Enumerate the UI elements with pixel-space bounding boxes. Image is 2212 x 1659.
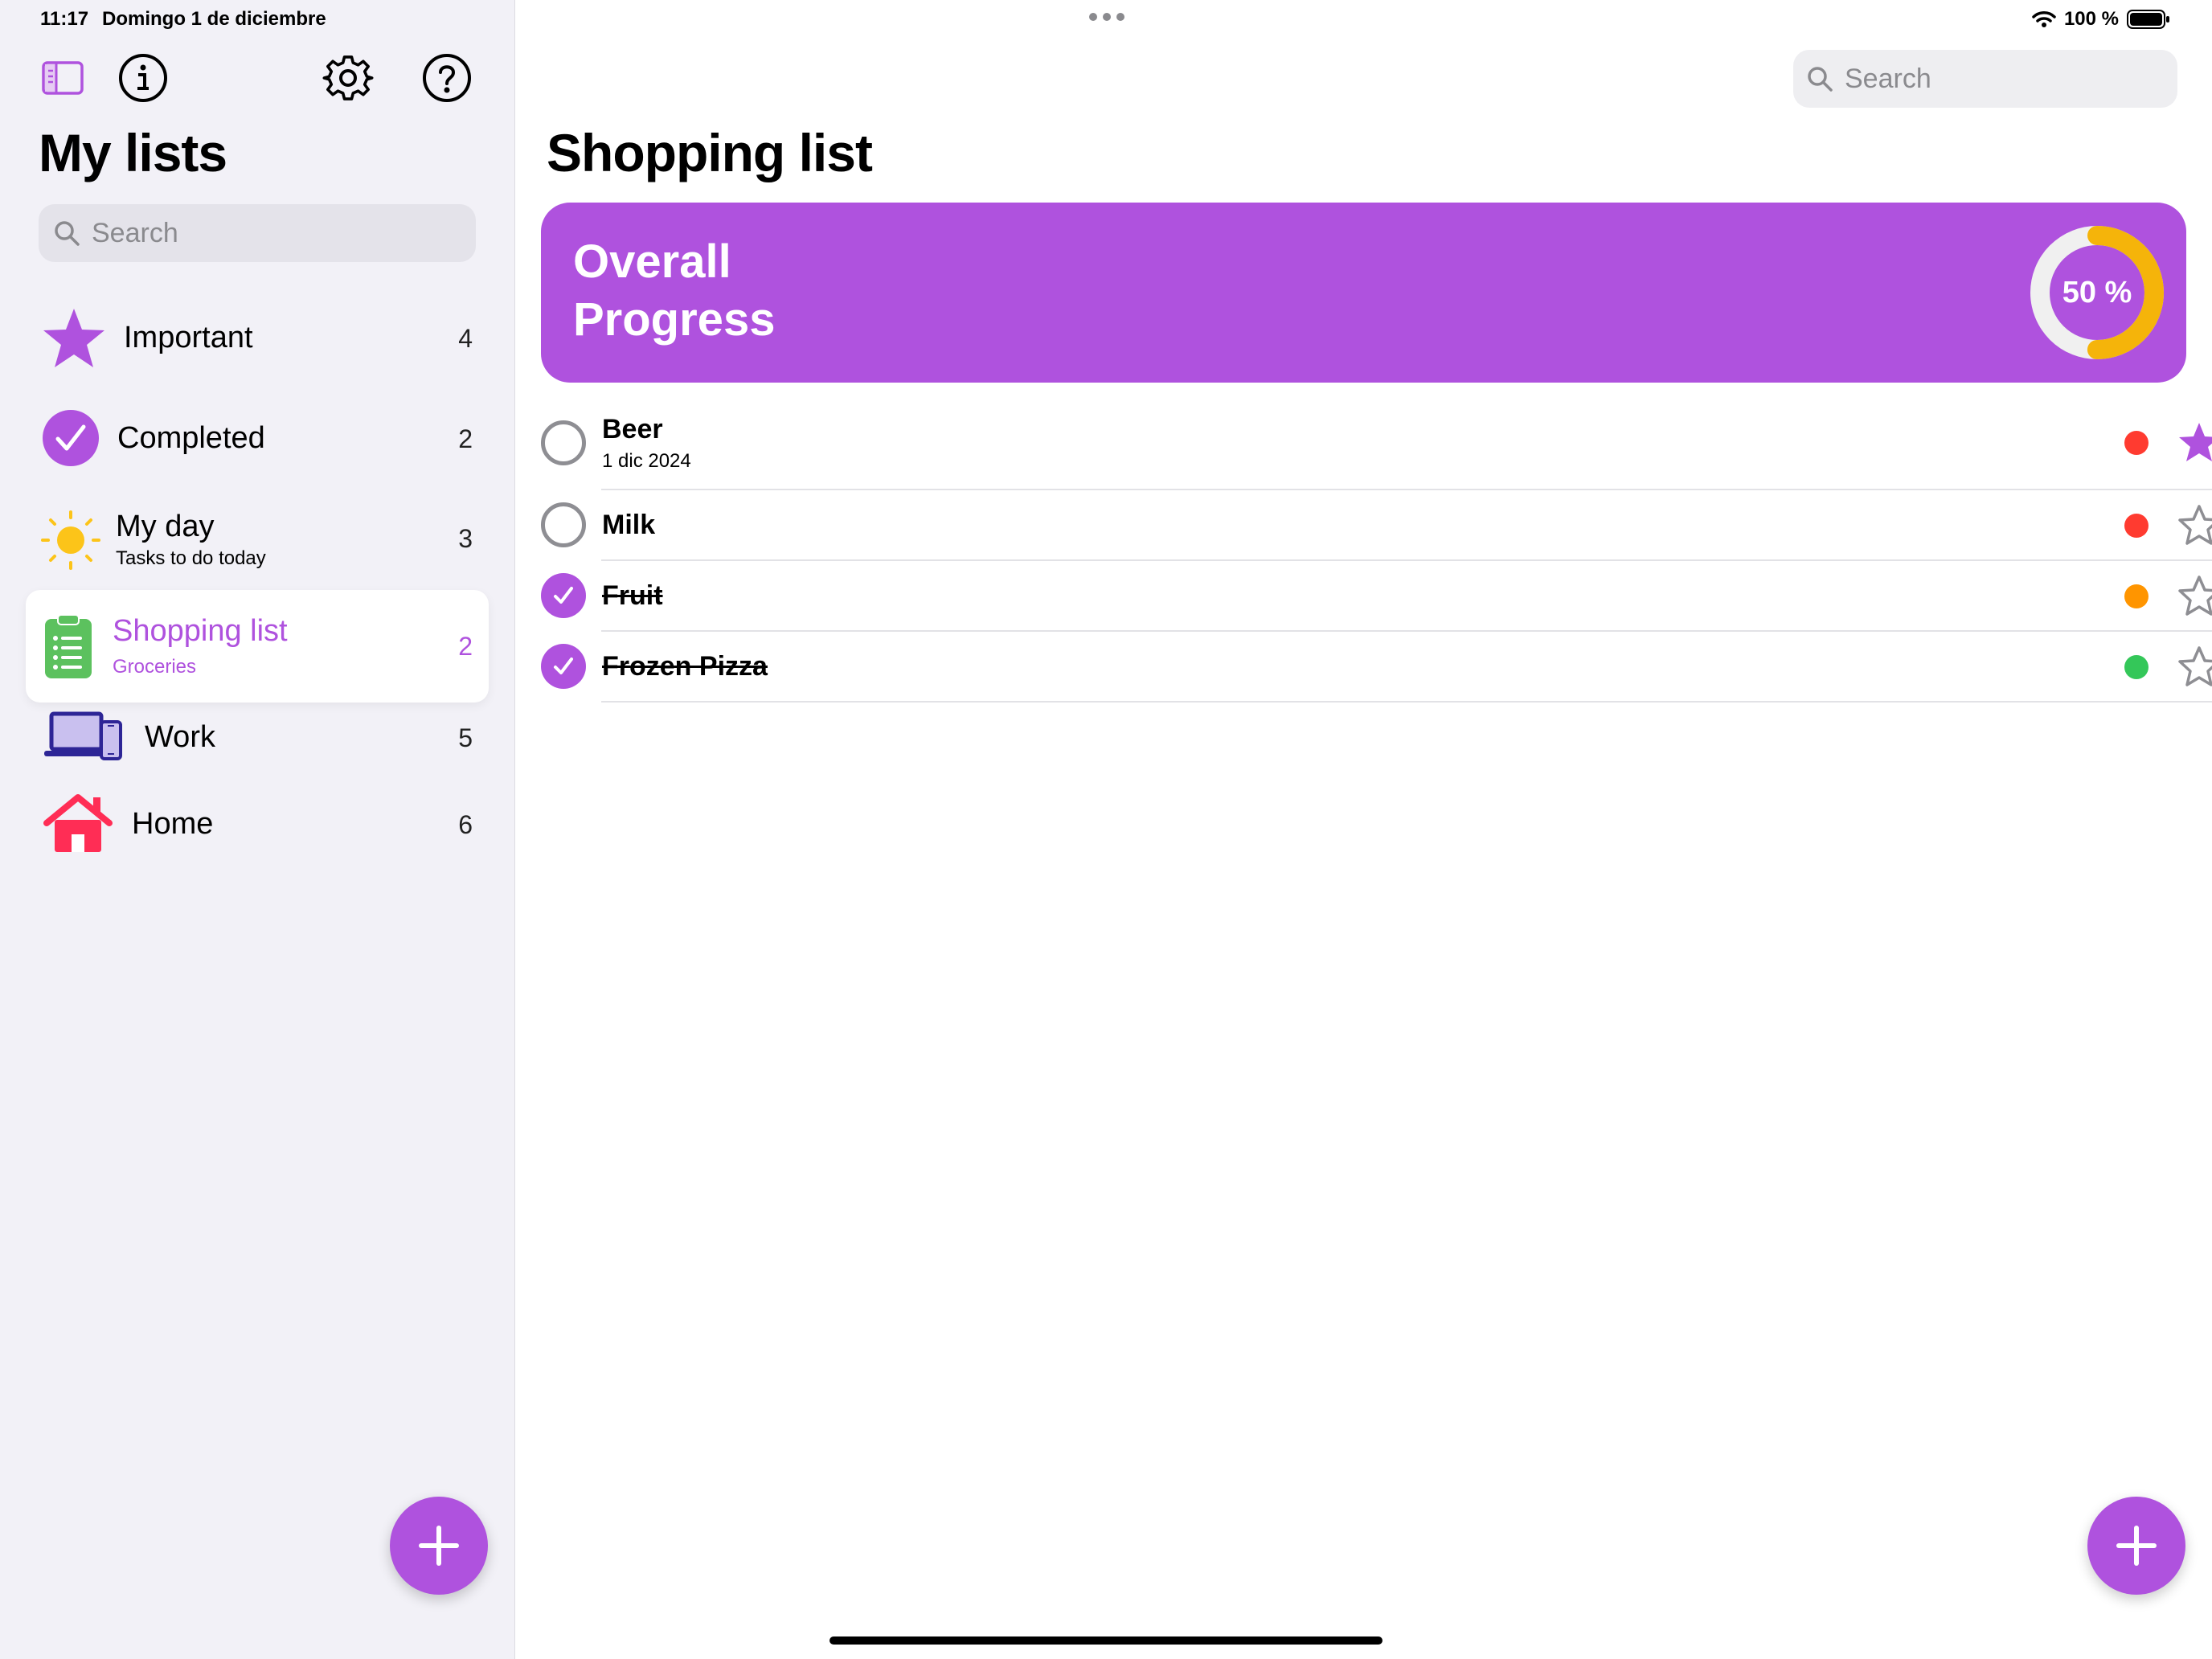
task-due-date: 1 dic 2024: [602, 450, 691, 472]
task-title: Milk: [602, 510, 656, 540]
sidebar-item-count: 2: [458, 424, 473, 453]
sidebar-toggle-icon[interactable]: [35, 50, 91, 106]
task-checkbox-checked[interactable]: [541, 573, 586, 618]
checkmark-icon: [554, 657, 573, 674]
plus-icon: [2116, 1526, 2157, 1566]
checkmark-icon: [554, 587, 573, 604]
sidebar-item-label: Work: [145, 720, 215, 754]
plus-icon: [419, 1526, 459, 1566]
sidebar-item-count: 6: [458, 810, 473, 839]
sidebar-item-work[interactable]: Work 5: [26, 704, 489, 772]
sidebar-item-label: Shopping list: [113, 614, 288, 648]
sidebar-search-field[interactable]: Search: [39, 204, 476, 262]
info-icon[interactable]: [115, 50, 171, 106]
task-separator: [601, 489, 2212, 490]
task-row[interactable]: Fruit: [541, 563, 2212, 632]
add-list-button[interactable]: [390, 1497, 488, 1595]
sidebar-search-placeholder: Search: [92, 217, 178, 248]
sidebar-item-label: Important: [124, 321, 253, 354]
search-icon: [1808, 67, 1833, 92]
gear-icon[interactable]: [320, 50, 376, 106]
task-checkbox[interactable]: [541, 420, 586, 465]
page-title: Shopping list: [547, 123, 873, 182]
sidebar-item-subtitle: Groceries: [113, 656, 197, 678]
sidebar-title: My lists: [39, 123, 227, 182]
sidebar-item-count: 2: [458, 632, 473, 661]
task-separator: [601, 630, 2212, 632]
wifi-icon: [2032, 11, 2056, 27]
sidebar-item-subtitle: Tasks to do today: [116, 547, 266, 569]
priority-dot: [2124, 655, 2149, 679]
main-panel: 100 % Search Shopping list Overall Progr…: [515, 0, 2212, 1659]
task-title: Beer: [602, 414, 663, 444]
search-icon: [55, 221, 80, 246]
clipboard-list-icon: [45, 614, 92, 678]
task-separator: [601, 701, 2212, 703]
star-icon: [43, 309, 104, 367]
sidebar-item-count: 4: [458, 324, 473, 353]
status-time: 11:17: [40, 8, 89, 30]
multitasking-dots[interactable]: [1089, 13, 1124, 21]
sidebar-item-label: Home: [132, 807, 214, 841]
battery-icon: [2127, 10, 2169, 29]
task-title: Fruit: [602, 580, 663, 611]
task-title: Frozen Pizza: [602, 651, 768, 682]
task-row[interactable]: Frozen Pizza: [541, 633, 2212, 703]
task-separator: [601, 559, 2212, 561]
main-search-placeholder: Search: [1845, 63, 1931, 94]
progress-percent: 50 %: [2062, 275, 2132, 309]
status-date: Domingo 1 de diciembre: [102, 8, 326, 30]
overall-progress-card: Overall Progress 50 %: [541, 203, 2186, 383]
sidebar-item-shopping-list[interactable]: Shopping list Groceries 2: [26, 590, 489, 703]
sidebar-item-count: 3: [458, 524, 473, 553]
house-icon: [43, 794, 113, 852]
sidebar-item-my-day[interactable]: My day Tasks to do today 3: [26, 500, 489, 579]
add-task-button[interactable]: [2087, 1497, 2185, 1595]
star-outline-icon[interactable]: [2177, 504, 2212, 546]
sidebar-item-important[interactable]: Important 4: [26, 302, 489, 376]
star-outline-icon[interactable]: [2177, 645, 2212, 687]
sun-icon: [41, 510, 100, 570]
task-row[interactable]: Beer 1 dic 2024: [541, 406, 2212, 486]
sidebar: 11:17 Domingo 1 de diciembre My lists Se…: [0, 0, 515, 1659]
sidebar-item-completed[interactable]: Completed 2: [26, 403, 489, 477]
priority-dot: [2124, 431, 2149, 455]
task-row[interactable]: Milk: [541, 492, 2212, 561]
sidebar-item-label: Completed: [117, 421, 265, 455]
laptop-phone-icon: [44, 711, 122, 760]
progress-label: Overall Progress: [573, 236, 776, 346]
help-icon[interactable]: [419, 50, 475, 106]
priority-dot: [2124, 514, 2149, 538]
battery-percent: 100 %: [2063, 8, 2119, 30]
sidebar-item-home[interactable]: Home 6: [26, 791, 489, 858]
sidebar-item-count: 5: [458, 723, 473, 752]
checkmark-circle-icon: [43, 410, 99, 466]
star-filled-icon[interactable]: [2177, 421, 2212, 463]
star-outline-icon[interactable]: [2177, 575, 2212, 616]
main-search-field[interactable]: Search: [1793, 50, 2177, 108]
sidebar-item-label: My day: [116, 510, 215, 543]
priority-dot: [2124, 584, 2149, 608]
status-bar-right: 100 %: [2032, 8, 2170, 31]
task-checkbox-checked[interactable]: [541, 644, 586, 689]
task-checkbox[interactable]: [541, 502, 586, 547]
home-indicator[interactable]: [830, 1636, 1382, 1645]
